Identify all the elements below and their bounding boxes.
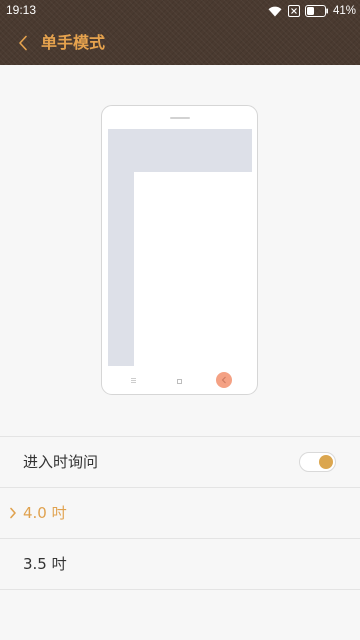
size-4-0-row[interactable]: 4.0 吋: [0, 487, 360, 538]
battery-icon: [304, 5, 329, 17]
chevron-left-icon: [19, 35, 27, 51]
one-hand-preview: [0, 65, 360, 435]
phone-speaker: [170, 117, 190, 119]
status-time: 19:13: [6, 3, 37, 17]
status-bar: 19:13 41%: [0, 0, 360, 22]
phone-illustration: [101, 105, 258, 395]
toggle-knob: [319, 455, 333, 469]
back-key-highlight: [216, 372, 232, 388]
size-3-5-row[interactable]: 3.5 吋: [0, 538, 360, 590]
ask-on-enter-label: 进入时询问: [23, 453, 99, 471]
ask-on-enter-toggle[interactable]: [299, 452, 336, 472]
battery-percentage: 41%: [332, 5, 356, 17]
phone-screen: [108, 129, 252, 366]
sim-disabled-icon: [287, 5, 300, 17]
page-title: 单手模式: [41, 33, 106, 52]
home-icon: [177, 379, 182, 384]
status-icons: 41%: [268, 4, 356, 18]
one-hand-screen-area: [134, 172, 252, 366]
size-4-0-label: 4.0 吋: [23, 504, 67, 522]
back-button[interactable]: [10, 30, 36, 56]
selected-chevron-icon: [10, 507, 16, 519]
wifi-icon: [268, 6, 282, 17]
title-bar: 单手模式: [0, 22, 360, 65]
size-3-5-label: 3.5 吋: [23, 555, 67, 573]
back-icon: [221, 376, 226, 384]
app-header: 19:13 41% 单手模式: [0, 0, 360, 65]
menu-icon: [131, 378, 136, 383]
options-list: 进入时询问 4.0 吋 3.5 吋: [0, 436, 360, 590]
ask-on-enter-row[interactable]: 进入时询问: [0, 436, 360, 487]
